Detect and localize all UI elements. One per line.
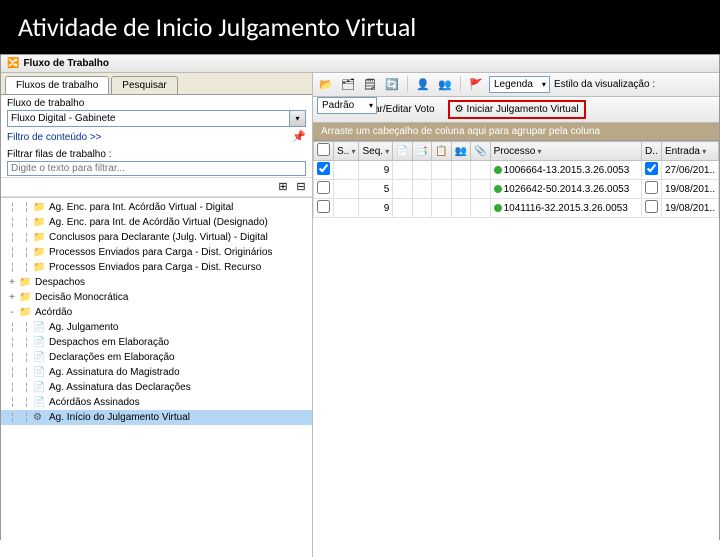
tree-item[interactable]: ¦¦Ag. Assinatura do Magistrado bbox=[1, 365, 312, 380]
doc-icon bbox=[33, 322, 47, 334]
workflow-panel-header: 🔀 Fluxo de Trabalho bbox=[1, 55, 719, 73]
expand-icon[interactable]: + bbox=[5, 292, 19, 303]
workflow-dropdown-btn[interactable]: ▾ bbox=[290, 110, 306, 127]
col-icon4[interactable]: 👥 bbox=[451, 142, 470, 161]
col-seq[interactable]: Seq. bbox=[359, 142, 393, 161]
gear-icon bbox=[33, 412, 47, 424]
flag-icon[interactable]: 🚩 bbox=[467, 75, 485, 93]
col-icon1[interactable]: 📄 bbox=[393, 142, 412, 161]
doc-icon bbox=[33, 352, 47, 364]
filter-pin-icon[interactable]: 📌 bbox=[292, 130, 306, 144]
start-virtual-button[interactable]: ⚙ Iniciar Julgamento Virtual bbox=[454, 103, 580, 116]
open-folder-icon[interactable]: 📂 bbox=[317, 75, 335, 93]
doc-icon bbox=[33, 382, 47, 394]
table-row[interactable]: 5 1026642-50.2014.3.26.0053 19/08/201.. bbox=[314, 180, 719, 199]
row-checkbox[interactable] bbox=[317, 162, 330, 175]
workflow-panel-title: Fluxo de Trabalho bbox=[23, 58, 109, 69]
tree-toolbar: ⊞ ⊟ bbox=[1, 177, 312, 197]
tree-layout-icon[interactable]: ⊟ bbox=[294, 180, 308, 194]
col-icon2[interactable]: 📑 bbox=[412, 142, 431, 161]
doc-icon bbox=[33, 397, 47, 409]
workflow-field: Fluxo de trabalho ▾ bbox=[1, 95, 312, 128]
table-row[interactable]: 9 1041116-32.2015.3.26.0053 19/08/201.. bbox=[314, 199, 719, 218]
doc-icon bbox=[33, 337, 47, 349]
cards-icon[interactable]: 🗂 bbox=[339, 75, 357, 93]
gear-play-icon: ⚙ bbox=[455, 104, 464, 115]
folder-icon bbox=[19, 277, 33, 289]
tree-item[interactable]: ¦¦Despachos em Elaboração bbox=[1, 335, 312, 350]
folder-icon bbox=[33, 232, 47, 244]
select-all-checkbox[interactable] bbox=[317, 143, 330, 156]
status-dot-icon bbox=[494, 204, 502, 212]
tab-workflows[interactable]: Fluxos de trabalho bbox=[5, 76, 109, 94]
user-assign-icon[interactable]: 👤 bbox=[414, 75, 432, 93]
doc-icon bbox=[33, 367, 47, 379]
slide-title-bar: Atividade de Inicio Julgamento Virtual bbox=[0, 0, 720, 54]
tree-item[interactable]: ¦¦Ag. Enc. para Int. de Acórdão Virtual … bbox=[1, 215, 312, 230]
tree-item-selected[interactable]: ¦¦Ag. Início do Julgamento Virtual bbox=[1, 410, 312, 425]
expand-icon[interactable]: + bbox=[5, 277, 19, 288]
collapse-icon[interactable]: - bbox=[5, 307, 19, 318]
table-row[interactable]: 9 1006664-13.2015.3.26.0053 27/06/201.. bbox=[314, 161, 719, 180]
d-checkbox[interactable] bbox=[645, 200, 658, 213]
status-dot-icon bbox=[494, 166, 502, 174]
start-virtual-highlight: ⚙ Iniciar Julgamento Virtual bbox=[448, 100, 586, 119]
app-frame: 🔀 Fluxo de Trabalho Fluxos de trabalho P… bbox=[0, 54, 720, 540]
tree-item[interactable]: ¦¦Conclusos para Declarante (Julg. Virtu… bbox=[1, 230, 312, 245]
folder-icon bbox=[33, 262, 47, 274]
folder-icon bbox=[33, 202, 47, 214]
user-remove-icon[interactable]: 👥 bbox=[436, 75, 454, 93]
d-checkbox[interactable] bbox=[645, 162, 658, 175]
d-checkbox[interactable] bbox=[645, 181, 658, 194]
tree-item[interactable]: ¦¦Ag. Enc. para Int. Acórdão Virtual - D… bbox=[1, 200, 312, 215]
workflow-select[interactable] bbox=[7, 110, 290, 127]
col-situacao[interactable]: S.. bbox=[334, 142, 359, 161]
tree-item[interactable]: ¦¦Acórdãos Assinados bbox=[1, 395, 312, 410]
folder-icon bbox=[33, 247, 47, 259]
filter-queues-label: Filtrar filas de trabalho : bbox=[7, 149, 306, 160]
slide-title: Atividade de Inicio Julgamento Virtual bbox=[18, 11, 416, 43]
left-pane: Fluxos de trabalho Pesquisar Fluxo de tr… bbox=[1, 73, 313, 557]
col-processo[interactable]: Processo bbox=[490, 142, 641, 161]
row-checkbox[interactable] bbox=[317, 200, 330, 213]
viz-style-select[interactable]: Padrão bbox=[317, 97, 377, 114]
tree-item[interactable]: ¦¦Processos Enviados para Carga - Dist. … bbox=[1, 245, 312, 260]
tree-item[interactable]: ¦¦Declarações em Elaboração bbox=[1, 350, 312, 365]
tree-node-despachos[interactable]: +Despachos bbox=[1, 275, 312, 290]
workflow-label: Fluxo de trabalho bbox=[7, 98, 306, 109]
row-checkbox[interactable] bbox=[317, 181, 330, 194]
left-tabstrip: Fluxos de trabalho Pesquisar bbox=[1, 73, 312, 95]
tab-search[interactable]: Pesquisar bbox=[111, 76, 177, 94]
col-entrada[interactable]: Entrada bbox=[661, 142, 718, 161]
group-by-strip[interactable]: Arraste um cabeçalho de coluna aqui para… bbox=[313, 123, 719, 141]
col-d[interactable]: D.. bbox=[641, 142, 661, 161]
tree-item[interactable]: ¦¦Ag. Assinatura das Declarações bbox=[1, 380, 312, 395]
status-dot-icon bbox=[494, 185, 502, 193]
tree-node-decisao[interactable]: +Decisão Monocrática bbox=[1, 290, 312, 305]
tree-expand-icon[interactable]: ⊞ bbox=[276, 180, 290, 194]
process-grid: S.. Seq. 📄 📑 📋 👥 📎 Processo D.. Entrada bbox=[313, 141, 719, 557]
col-icon5[interactable]: 📎 bbox=[471, 142, 490, 161]
col-icon3[interactable]: 📋 bbox=[432, 142, 451, 161]
workflow-tree: ¦¦Ag. Enc. para Int. Acórdão Virtual - D… bbox=[1, 197, 312, 557]
main-toolbar: 📂 🗂 🗒 🔄 👤 👥 🚩 Legenda Estilo da visualiz… bbox=[313, 73, 719, 97]
content-filter-link[interactable]: Filtro de conteúdo >> bbox=[7, 132, 102, 143]
tree-item[interactable]: ¦¦Ag. Julgamento bbox=[1, 320, 312, 335]
refresh-icon[interactable]: 🔄 bbox=[383, 75, 401, 93]
viz-style-label: Estilo da visualização : bbox=[554, 79, 655, 90]
folder-icon bbox=[19, 307, 33, 319]
list-icon[interactable]: 🗒 bbox=[361, 75, 379, 93]
workflow-icon: 🔀 bbox=[7, 58, 19, 69]
tree-node-acordao[interactable]: -Acórdão bbox=[1, 305, 312, 320]
folder-icon bbox=[19, 292, 33, 304]
folder-icon bbox=[33, 217, 47, 229]
legend-dropdown[interactable]: Legenda bbox=[489, 76, 550, 93]
filter-queues-input[interactable] bbox=[7, 161, 306, 176]
right-pane: 📂 🗂 🗒 🔄 👤 👥 🚩 Legenda Estilo da visualiz… bbox=[313, 73, 719, 557]
tree-item[interactable]: ¦¦Processos Enviados para Carga - Dist. … bbox=[1, 260, 312, 275]
col-checkbox[interactable] bbox=[314, 142, 334, 161]
grid-header-row: S.. Seq. 📄 📑 📋 👥 📎 Processo D.. Entrada bbox=[314, 142, 719, 161]
